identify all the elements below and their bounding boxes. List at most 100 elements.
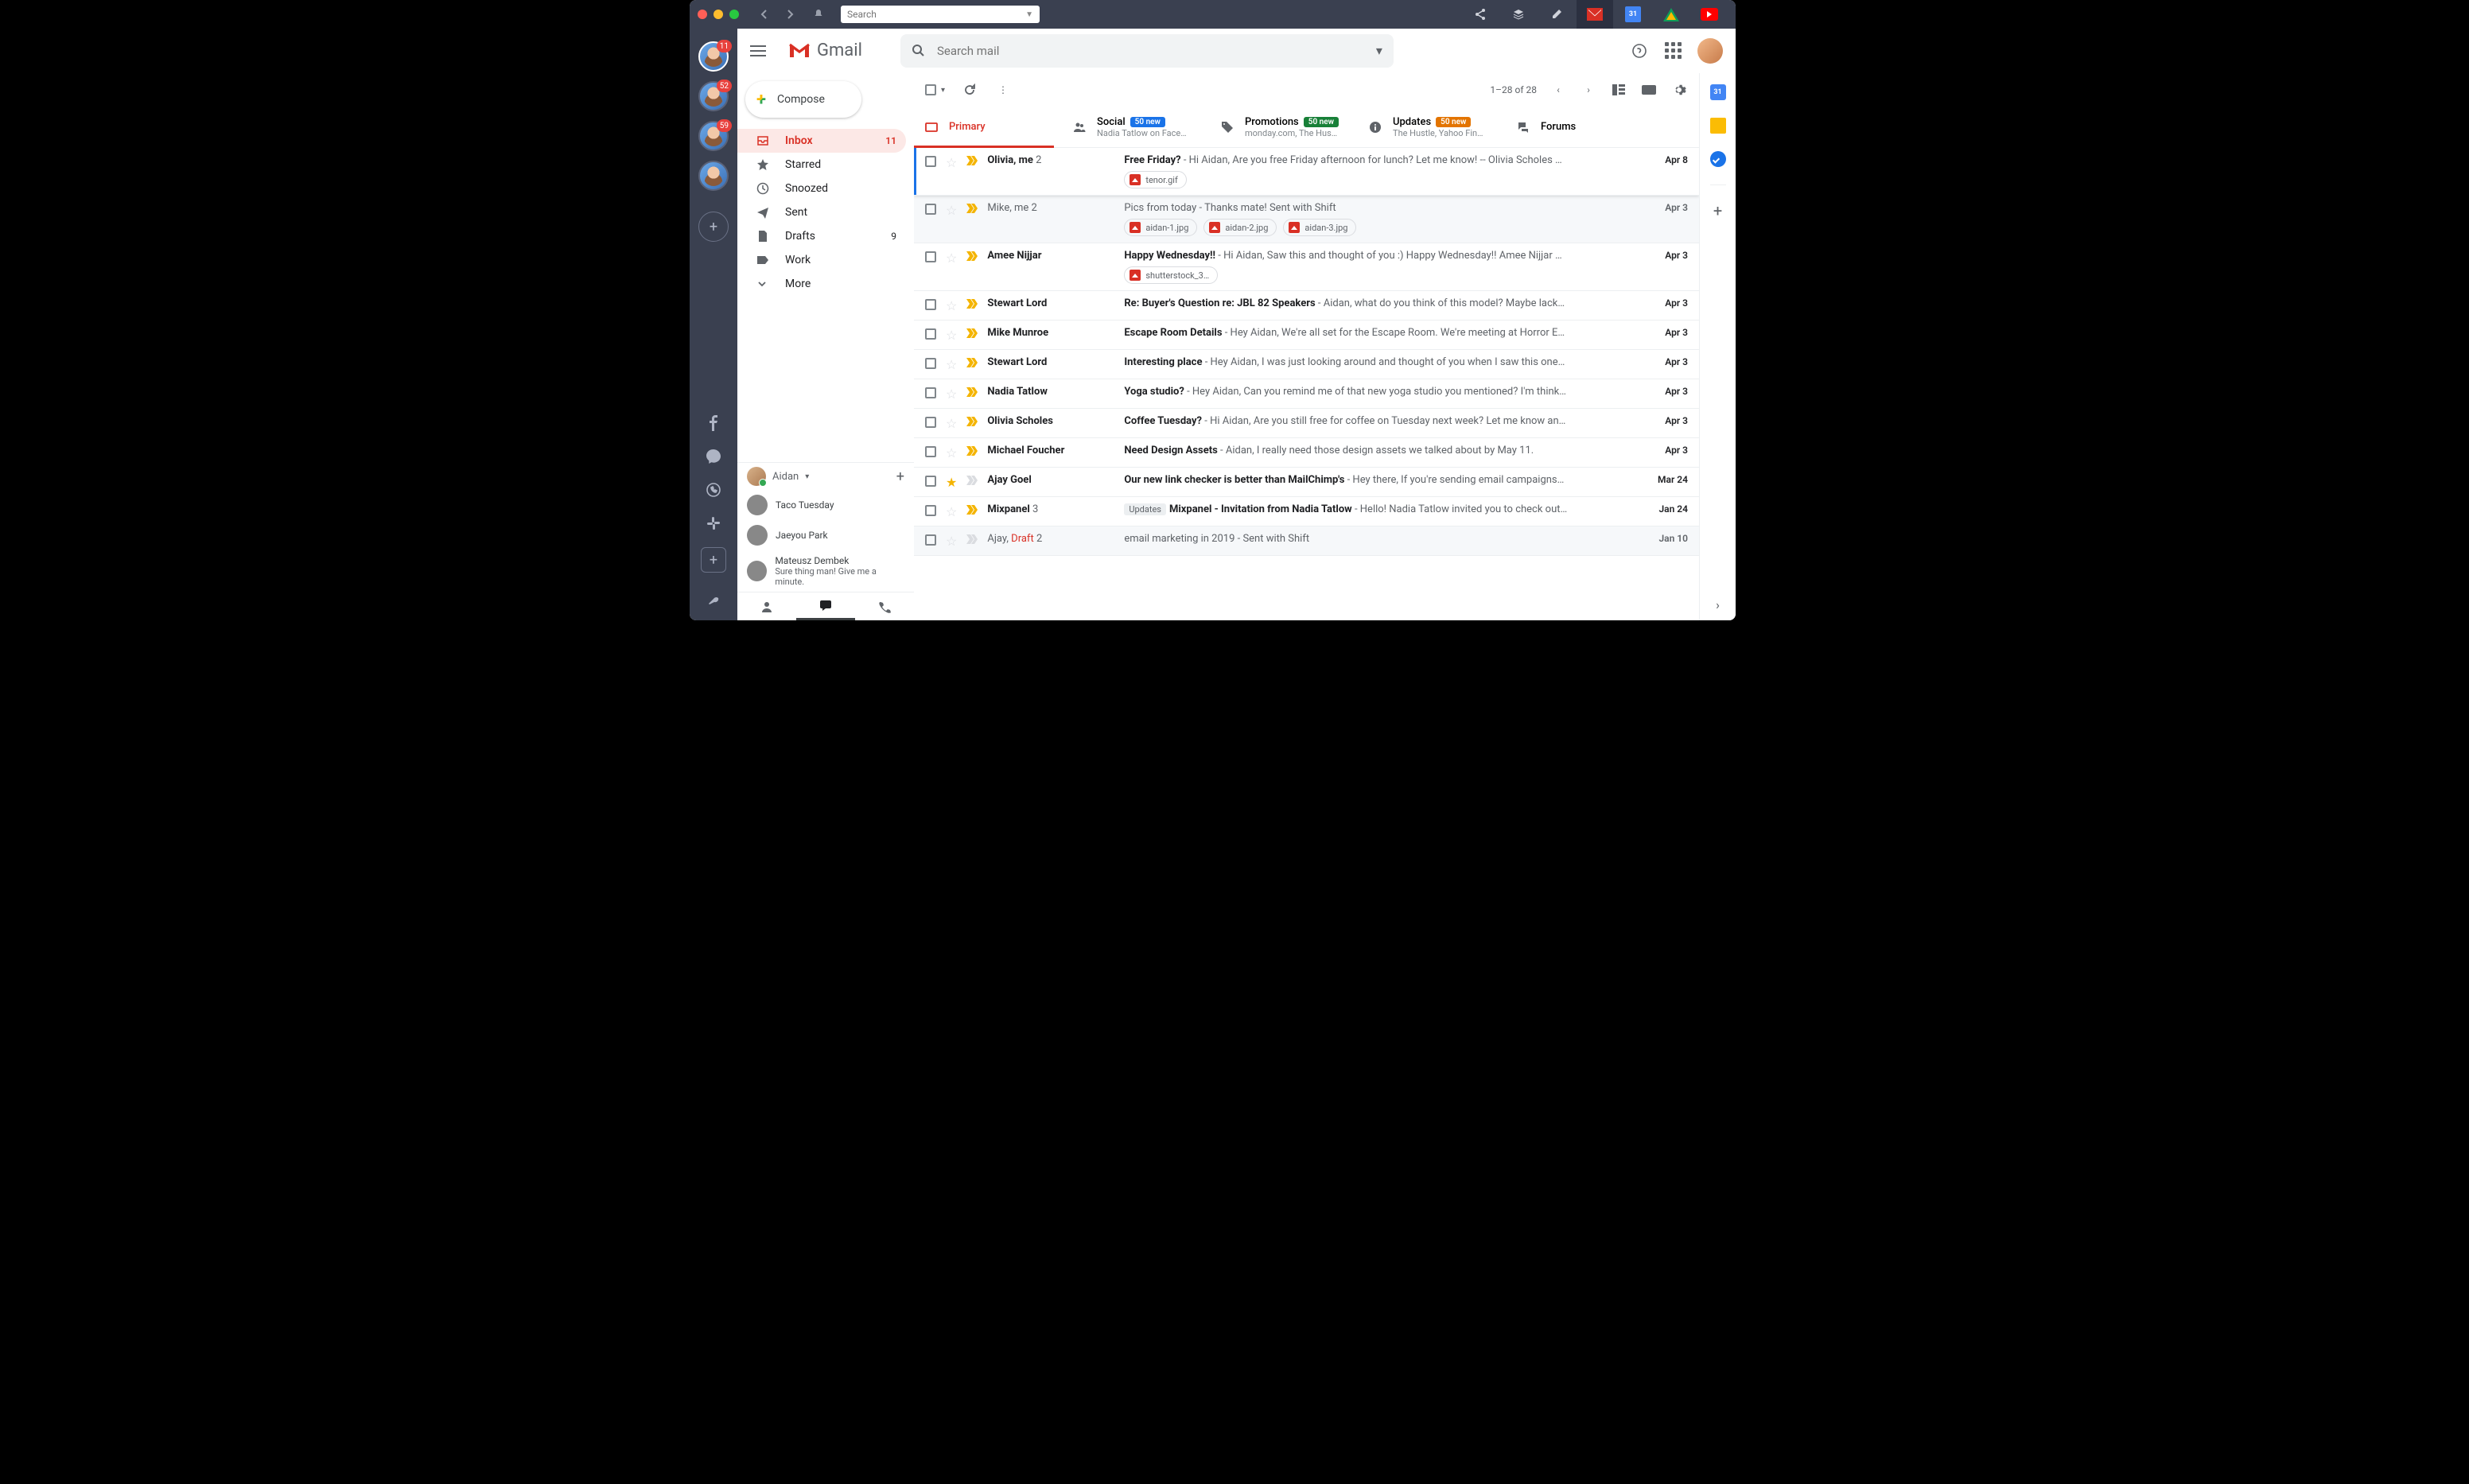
star-icon[interactable]: ☆	[946, 387, 957, 402]
email-row[interactable]: ☆Mike, me 2Pics from today - Thanks mate…	[914, 196, 1699, 243]
email-row[interactable]: ☆Ajay, Draft 2email marketing in 2019 - …	[914, 526, 1699, 556]
add-account-button[interactable]: +	[698, 212, 729, 242]
next-page-button[interactable]: ›	[1580, 81, 1597, 99]
workspace-account-3[interactable]	[698, 161, 729, 191]
email-checkbox[interactable]	[925, 505, 936, 516]
star-icon[interactable]: ☆	[946, 251, 957, 266]
notifications-icon[interactable]	[807, 5, 830, 24]
nav-item-starred[interactable]: Starred	[737, 153, 906, 177]
refresh-button[interactable]	[961, 81, 978, 99]
tab-social[interactable]: Social50 new Nadia Tatlow on Face…	[1062, 107, 1210, 147]
nav-item-sent[interactable]: Sent	[737, 200, 906, 224]
apps-grid-icon[interactable]	[1664, 42, 1682, 60]
email-row[interactable]: ☆Mixpanel 3UpdatesMixpanel - Invitation …	[914, 497, 1699, 526]
importance-marker[interactable]	[966, 299, 978, 309]
profile-avatar[interactable]	[1697, 38, 1723, 64]
importance-marker[interactable]	[966, 534, 978, 544]
titlebar-search[interactable]: ▼	[841, 6, 1040, 23]
email-row[interactable]: ☆Nadia TatlowYoga studio? - Hey Aidan, C…	[914, 379, 1699, 409]
hangouts-tab-calls[interactable]	[855, 592, 914, 620]
settings-wrench-icon[interactable]	[704, 592, 723, 611]
tab-promotions[interactable]: Promotions50 new monday.com, The Hus…	[1210, 107, 1358, 147]
star-icon[interactable]: ☆	[946, 504, 957, 519]
importance-marker[interactable]	[966, 328, 978, 338]
star-icon[interactable]: ☆	[946, 445, 957, 460]
email-row[interactable]: ★Ajay GoelOur new link checker is better…	[914, 468, 1699, 497]
chevron-down-icon[interactable]: ▼	[1025, 10, 1033, 19]
messenger-icon[interactable]	[704, 447, 723, 466]
hangouts-tab-chats[interactable]	[796, 592, 855, 620]
email-checkbox[interactable]	[925, 204, 936, 215]
star-icon[interactable]: ★	[946, 475, 957, 490]
menu-button[interactable]	[750, 45, 766, 56]
help-icon[interactable]	[1631, 42, 1648, 60]
workspace-account-0[interactable]: 11	[698, 41, 729, 72]
hangouts-contact[interactable]: Mateusz DembekSure thing man! Give me a …	[737, 550, 914, 592]
maximize-button[interactable]	[729, 10, 739, 19]
attachment-chip[interactable]: tenor.gif	[1124, 171, 1186, 188]
get-addons-button[interactable]: +	[1710, 203, 1726, 219]
attachment-chip[interactable]: aidan-3.jpg	[1283, 219, 1356, 236]
importance-marker[interactable]	[966, 446, 978, 456]
attachment-chip[interactable]: aidan-1.jpg	[1124, 219, 1197, 236]
more-button[interactable]: ⋮	[994, 81, 1012, 99]
star-icon[interactable]: ☆	[946, 155, 957, 170]
star-icon[interactable]: ☆	[946, 416, 957, 431]
mail-search[interactable]: ▾	[900, 34, 1394, 68]
email-checkbox[interactable]	[925, 299, 936, 310]
gmail-app-icon[interactable]	[1577, 0, 1613, 29]
hangouts-tab-contacts[interactable]	[737, 592, 796, 620]
email-row[interactable]: ☆Olivia ScholesCoffee Tuesday? - Hi Aida…	[914, 409, 1699, 438]
importance-marker[interactable]	[966, 358, 978, 367]
email-row[interactable]: ☆Stewart LordRe: Buyer's Question re: JB…	[914, 291, 1699, 320]
nav-item-work[interactable]: Work	[737, 248, 906, 272]
email-checkbox[interactable]	[925, 534, 936, 546]
hangouts-contact[interactable]: Taco Tuesday	[737, 490, 914, 520]
email-checkbox[interactable]	[925, 358, 936, 369]
input-tools-icon[interactable]	[1640, 81, 1658, 99]
email-row[interactable]: ☆Olivia, me 2Free Friday? - Hi Aidan, Ar…	[914, 148, 1699, 196]
star-icon[interactable]: ☆	[946, 203, 957, 218]
calendar-addon-icon[interactable]: 31	[1710, 84, 1726, 100]
youtube-app-icon[interactable]	[1691, 0, 1728, 29]
importance-marker[interactable]	[966, 251, 978, 261]
star-icon[interactable]: ☆	[946, 328, 957, 343]
gmail-logo[interactable]: Gmail	[788, 41, 862, 60]
edit-icon[interactable]	[1538, 0, 1575, 29]
star-icon[interactable]: ☆	[946, 534, 957, 549]
tab-updates[interactable]: Updates50 new The Hustle, Yahoo Fin…	[1358, 107, 1506, 147]
email-checkbox[interactable]	[925, 417, 936, 428]
mail-search-input[interactable]	[937, 44, 1365, 58]
keep-addon-icon[interactable]	[1710, 118, 1726, 134]
email-checkbox[interactable]	[925, 328, 936, 340]
workspace-account-1[interactable]: 52	[698, 81, 729, 111]
prev-page-button[interactable]: ‹	[1549, 81, 1567, 99]
drive-app-icon[interactable]	[1653, 0, 1689, 29]
nav-item-inbox[interactable]: Inbox11	[737, 129, 906, 153]
importance-marker[interactable]	[966, 156, 978, 165]
layers-icon[interactable]	[1500, 0, 1537, 29]
importance-marker[interactable]	[966, 505, 978, 515]
new-conversation-button[interactable]: +	[896, 468, 904, 485]
tab-primary[interactable]: Primary	[914, 107, 1062, 147]
slack-icon[interactable]	[704, 514, 723, 533]
importance-marker[interactable]	[966, 387, 978, 397]
whatsapp-icon[interactable]	[704, 480, 723, 499]
close-button[interactable]	[698, 10, 707, 19]
share-icon[interactable]	[1462, 0, 1499, 29]
nav-item-drafts[interactable]: Drafts9	[737, 224, 906, 248]
nav-item-more[interactable]: More	[737, 272, 906, 296]
tab-forums[interactable]: Forums	[1506, 107, 1654, 147]
email-row[interactable]: ☆Stewart LordInteresting place - Hey Aid…	[914, 350, 1699, 379]
forward-button[interactable]	[779, 5, 801, 24]
titlebar-search-input[interactable]	[847, 9, 1025, 20]
minimize-button[interactable]	[713, 10, 723, 19]
importance-marker[interactable]	[966, 417, 978, 426]
back-button[interactable]	[753, 5, 776, 24]
importance-marker[interactable]	[966, 204, 978, 213]
email-checkbox[interactable]	[925, 476, 936, 487]
star-icon[interactable]: ☆	[946, 298, 957, 313]
star-icon[interactable]: ☆	[946, 357, 957, 372]
attachment-chip[interactable]: shutterstock_3…	[1124, 266, 1218, 284]
tasks-addon-icon[interactable]	[1710, 151, 1726, 167]
